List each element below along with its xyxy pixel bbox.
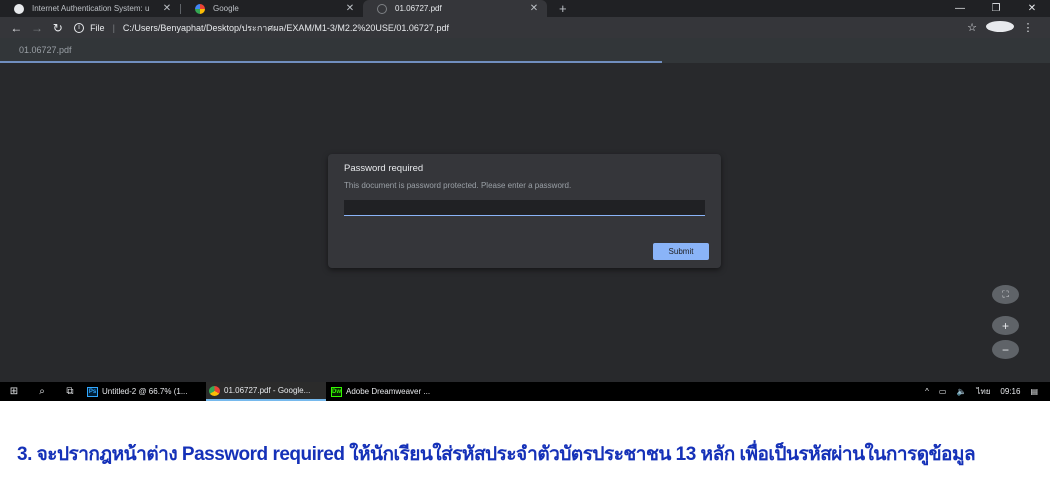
- close-icon[interactable]: ✕: [529, 3, 539, 14]
- volume-muted-icon[interactable]: 🔈: [956, 387, 966, 396]
- caption-area: 3. จะปรากฎหน้าต่าง Password required ให้…: [0, 401, 1050, 500]
- scheme-label: File: [90, 22, 105, 33]
- address-bar[interactable]: i File | C:/Users/Benyaphat/Desktop/ประก…: [74, 19, 958, 36]
- fit-page-button[interactable]: ⛶: [992, 285, 1019, 304]
- screenshot: Internet Authentication System: u ✕ Goog…: [0, 0, 1050, 500]
- info-icon[interactable]: i: [74, 22, 85, 33]
- taskbar-app-label: Untitled-2 @ 66.7% (1...: [102, 387, 188, 396]
- tab-title: Google: [213, 4, 239, 13]
- chevron-up-icon[interactable]: ^: [925, 387, 929, 396]
- dialog-title: Password required: [344, 163, 424, 174]
- zoom-out-button[interactable]: −: [992, 340, 1019, 359]
- minimize-icon[interactable]: —: [942, 0, 978, 17]
- tab-internet-auth[interactable]: Internet Authentication System: u ✕: [0, 0, 180, 17]
- pdf-file-title: 01.06727.pdf: [19, 45, 72, 55]
- minus-icon: −: [1001, 342, 1009, 357]
- password-input[interactable]: [344, 200, 705, 216]
- fit-page-icon: ⛶: [1002, 289, 1009, 299]
- profile-avatar[interactable]: [986, 20, 1014, 35]
- plus-icon: +: [1001, 318, 1009, 333]
- notification-icon[interactable]: ▤: [1030, 387, 1038, 396]
- close-icon[interactable]: ✕: [162, 3, 172, 14]
- dreamweaver-icon: Dw: [331, 386, 342, 397]
- bookmark-star-icon[interactable]: ☆: [958, 21, 986, 34]
- forward-arrow-icon[interactable]: →: [27, 21, 48, 35]
- taskbar-app-dreamweaver[interactable]: Dw Adobe Dreamweaver ...: [328, 382, 448, 401]
- dialog-message: This document is password protected. Ple…: [344, 181, 572, 190]
- taskbar-app-label: Adobe Dreamweaver ...: [346, 387, 431, 396]
- close-window-icon[interactable]: ✕: [1014, 0, 1050, 17]
- url-text[interactable]: C:/Users/Benyaphat/Desktop/ประกาศผล/EXAM…: [123, 21, 449, 35]
- close-icon[interactable]: ✕: [345, 3, 355, 14]
- system-tray: ^ ▭ 🔈 ไทย 09:16 ▤: [915, 385, 1050, 398]
- window-controls: — ❐ ✕: [942, 0, 1050, 17]
- search-icon[interactable]: ⌕: [28, 386, 56, 397]
- toolbar-actions: ☆ ⋮: [958, 20, 1050, 35]
- restore-icon[interactable]: ❐: [978, 0, 1014, 17]
- zoom-in-button[interactable]: +: [992, 316, 1019, 335]
- network-icon[interactable]: ▭: [939, 387, 947, 396]
- tab-title: Internet Authentication System: u: [32, 4, 150, 13]
- globe-icon: [14, 3, 24, 14]
- tab-strip: Internet Authentication System: u ✕ Goog…: [0, 0, 1050, 17]
- avatar-icon: [986, 20, 1014, 32]
- tab-google[interactable]: Google ✕: [181, 0, 363, 17]
- browser-toolbar: ← → ↻ i File | C:/Users/Benyaphat/Deskto…: [0, 17, 1050, 38]
- reload-icon[interactable]: ↻: [47, 21, 68, 35]
- instruction-caption: 3. จะปรากฎหน้าต่าง Password required ให้…: [17, 444, 976, 465]
- tab-pdf[interactable]: 01.06727.pdf ✕: [363, 0, 547, 17]
- language-indicator[interactable]: ไทย: [976, 385, 990, 398]
- back-arrow-icon[interactable]: ←: [6, 21, 27, 35]
- taskbar: ⊞ ⌕ ⧉ Ps Untitled-2 @ 66.7% (1... 01.067…: [0, 382, 1050, 401]
- pdf-viewer-area: Password required This document is passw…: [0, 63, 1050, 382]
- taskbar-app-label: 01.06727.pdf - Google...: [224, 386, 311, 395]
- clock[interactable]: 09:16: [1000, 387, 1020, 396]
- windows-start-icon[interactable]: ⊞: [0, 386, 28, 397]
- chrome-icon: [209, 385, 220, 396]
- pdf-loading-icon: [377, 3, 387, 14]
- taskbar-app-chrome[interactable]: 01.06727.pdf - Google...: [206, 382, 326, 401]
- google-icon: [195, 3, 205, 14]
- password-dialog: Password required This document is passw…: [328, 154, 721, 268]
- menu-dots-icon[interactable]: ⋮: [1014, 21, 1042, 34]
- new-tab-button[interactable]: +: [559, 1, 567, 16]
- tab-title: 01.06727.pdf: [395, 4, 442, 13]
- photoshop-icon: Ps: [87, 386, 98, 397]
- task-view-icon[interactable]: ⧉: [56, 386, 84, 397]
- submit-button[interactable]: Submit: [653, 243, 709, 260]
- address-separator: |: [112, 22, 115, 33]
- taskbar-app-photoshop[interactable]: Ps Untitled-2 @ 66.7% (1...: [84, 382, 204, 401]
- pdf-toolbar: 01.06727.pdf: [0, 38, 1050, 63]
